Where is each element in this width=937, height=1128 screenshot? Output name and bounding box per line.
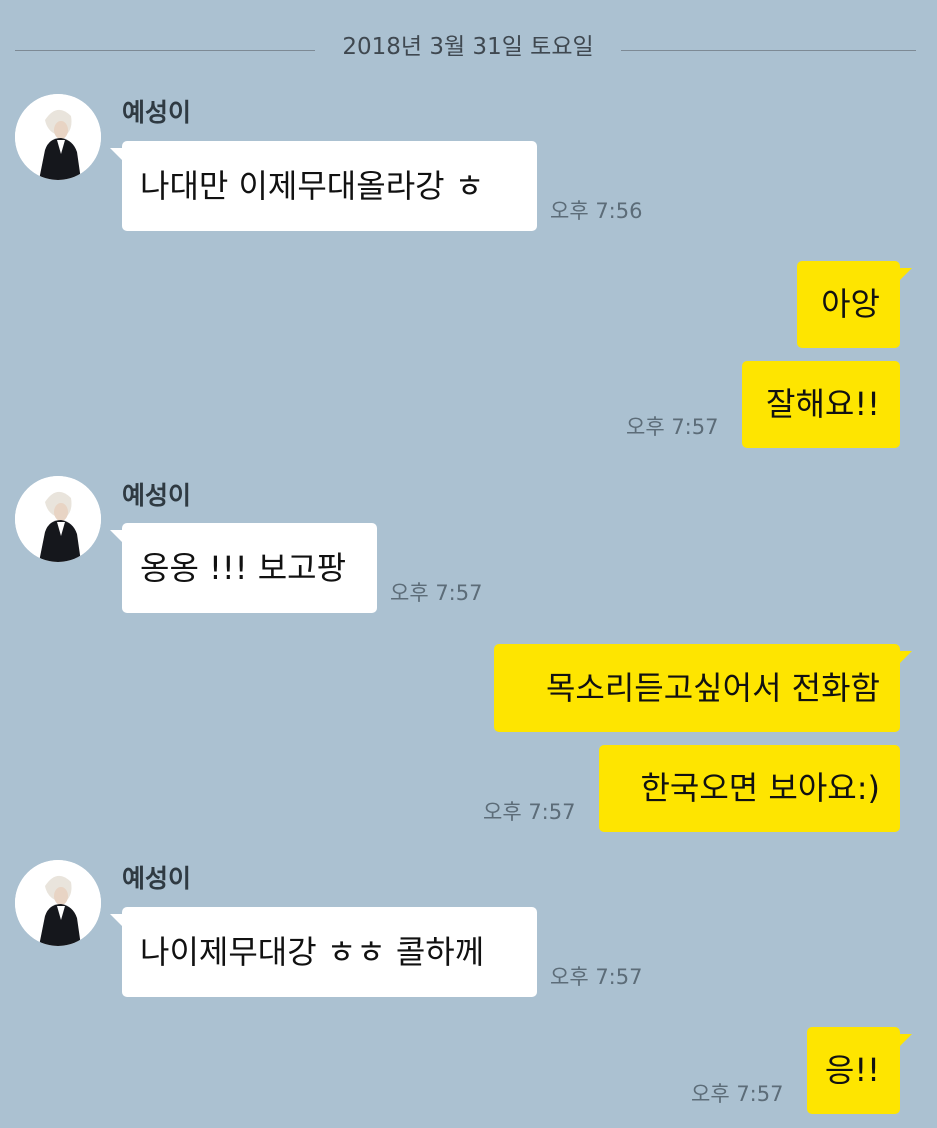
date-divider: 2018년 3월 31일 토요일 <box>342 34 594 60</box>
date-divider-line-left <box>15 50 315 51</box>
bubble-tail <box>899 1034 912 1047</box>
avatar[interactable] <box>15 476 101 562</box>
message-bubble-received[interactable]: 나대만 이제무대올라강 ㅎ <box>122 141 537 231</box>
sender-name: 예성이 <box>122 864 192 893</box>
message-timestamp: 오후 7:56 <box>550 199 643 223</box>
avatar[interactable] <box>15 94 101 180</box>
date-divider-line-right <box>621 50 916 51</box>
avatar[interactable] <box>15 860 101 946</box>
message-timestamp: 오후 7:57 <box>483 800 576 824</box>
message-text: 잘해요!! <box>766 385 880 423</box>
sender-name: 예성이 <box>122 98 192 127</box>
sender-name: 예성이 <box>122 481 192 510</box>
message-bubble-received[interactable]: 나이제무대강 ㅎㅎ 콜하께 <box>122 907 537 997</box>
message-timestamp: 오후 7:57 <box>626 415 719 439</box>
message-bubble-sent[interactable]: 한국오면 보아요:) <box>599 745 900 832</box>
message-timestamp: 오후 7:57 <box>550 965 643 989</box>
message-text: 나대만 이제무대올라강 ㅎ <box>140 167 485 205</box>
message-text: 응!! <box>824 1051 880 1089</box>
message-text: 목소리듣고싶어서 전화함 <box>545 669 880 707</box>
message-timestamp: 오후 7:57 <box>390 581 483 605</box>
message-bubble-sent[interactable]: 응!! <box>807 1027 900 1114</box>
message-bubble-received[interactable]: 옹옹 !!! 보고팡 <box>122 523 377 613</box>
message-bubble-sent[interactable]: 잘해요!! <box>742 361 900 448</box>
message-timestamp: 오후 7:57 <box>691 1082 784 1106</box>
message-bubble-sent[interactable]: 목소리듣고싶어서 전화함 <box>494 644 900 732</box>
message-bubble-sent[interactable]: 아앙 <box>797 261 900 348</box>
message-text: 아앙 <box>821 285 880 323</box>
bubble-tail <box>899 268 912 281</box>
message-text: 한국오면 보아요:) <box>640 769 880 807</box>
message-text: 옹옹 !!! 보고팡 <box>140 549 347 587</box>
message-text: 나이제무대강 ㅎㅎ 콜하께 <box>140 933 485 971</box>
bubble-tail <box>899 651 912 664</box>
